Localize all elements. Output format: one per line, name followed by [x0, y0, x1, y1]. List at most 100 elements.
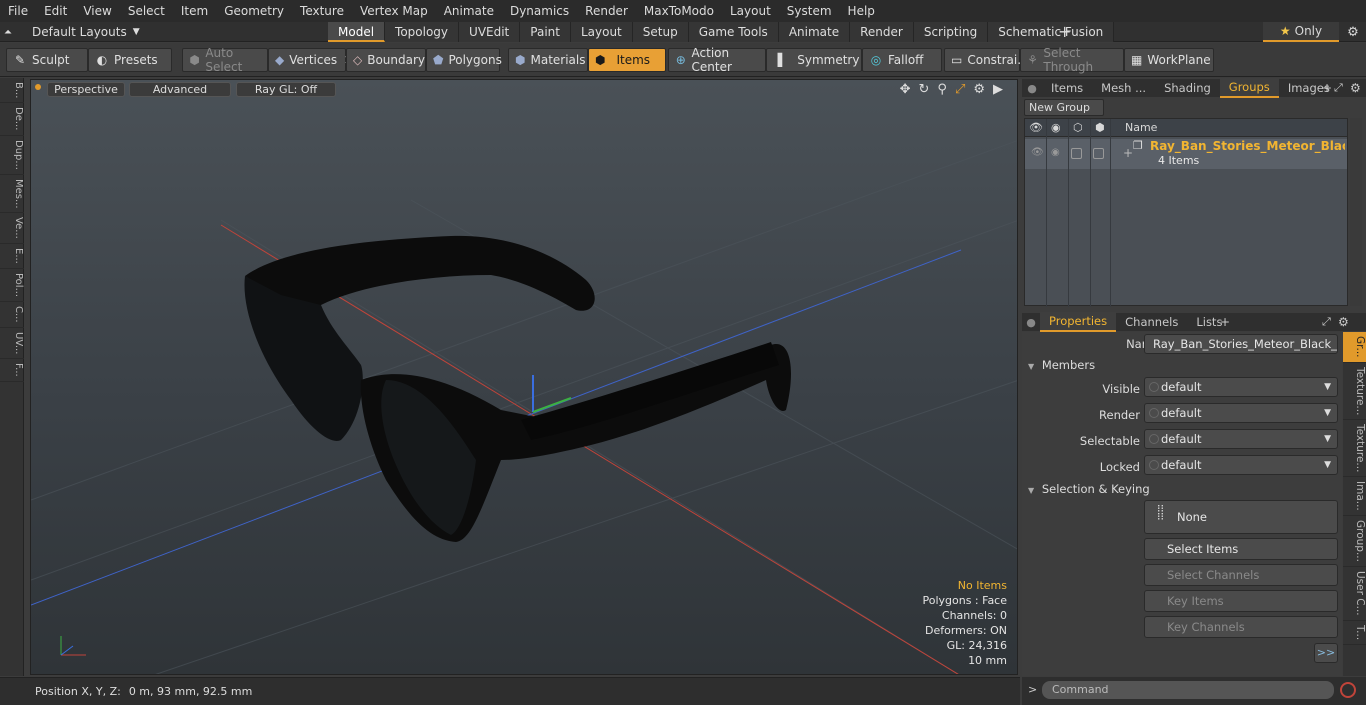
left-strip-tab[interactable]: Ve...: [0, 213, 24, 245]
left-strip-tab[interactable]: UV...: [0, 328, 24, 359]
right-strip-tab[interactable]: Gr...: [1343, 332, 1366, 363]
right-tab-mesh[interactable]: Mesh ...: [1092, 79, 1155, 97]
presets-button[interactable]: ◐ Presets: [88, 48, 172, 72]
polygons-button[interactable]: ⬟ Polygons: [426, 48, 502, 72]
menu-item-render[interactable]: Render: [577, 0, 636, 22]
right-strip-tab[interactable]: Texture...: [1343, 363, 1366, 420]
group-row[interactable]: 👁 ◉ + ❐ Ray_Ban_Stories_Meteor_Black... …: [1025, 139, 1347, 169]
tab-setup[interactable]: Setup: [632, 22, 689, 42]
row-eye-icon[interactable]: 👁: [1031, 147, 1044, 158]
add-tab-icon[interactable]: +: [1058, 22, 1072, 42]
none-button[interactable]: ⁝⁝ ⁝⁝ None: [1144, 500, 1338, 534]
group-list-scrollbar[interactable]: [1350, 118, 1362, 306]
tab-scripting[interactable]: Scripting: [913, 22, 989, 42]
3d-viewport[interactable]: Perspective Advanced Ray GL: Off ✥ ↻ ⚲ ⤢…: [30, 79, 1018, 675]
play-arrow-icon[interactable]: ▶: [993, 82, 1003, 97]
tab-render[interactable]: Render: [850, 22, 914, 42]
row-lock-checkbox[interactable]: [1071, 148, 1082, 159]
tab-topology[interactable]: Topology: [385, 22, 460, 42]
menu-item-dynamics[interactable]: Dynamics: [502, 0, 577, 22]
left-strip-tab[interactable]: Dup...: [0, 136, 24, 175]
right-strip-tab[interactable]: Texture...: [1343, 420, 1366, 478]
menu-item-help[interactable]: Help: [840, 0, 883, 22]
render-icon[interactable]: ◉: [1051, 121, 1061, 134]
name-field[interactable]: Ray_Ban_Stories_Meteor_Black_Smar: [1144, 334, 1338, 354]
left-strip-tab[interactable]: E...: [0, 244, 24, 269]
right-tab-shading[interactable]: Shading: [1155, 79, 1220, 97]
menu-item-texture[interactable]: Texture: [292, 0, 352, 22]
symmetry-button[interactable]: ▐ Symmetry: [766, 48, 862, 72]
menu-item-maxtomodo[interactable]: MaxToModo: [636, 0, 722, 22]
more-button[interactable]: >>: [1314, 643, 1338, 663]
add-panel-tab-icon[interactable]: +: [1322, 79, 1332, 97]
workplane-button[interactable]: ▦ WorkPlane: [1124, 48, 1214, 72]
prop-tab-properties[interactable]: Properties: [1040, 312, 1117, 332]
selection-keying-section[interactable]: ▼ Selection & Keying: [1028, 480, 1338, 498]
panel-dot-icon[interactable]: ●: [1022, 82, 1042, 95]
action-center-button[interactable]: ⊕ Action Center: [668, 46, 766, 74]
lock-cube-icon[interactable]: ⬡: [1073, 121, 1083, 134]
rotate-view-icon[interactable]: ↻: [919, 82, 930, 97]
right-strip-tab[interactable]: Group...: [1343, 516, 1366, 568]
viewport-settings-icon[interactable]: ⚙: [973, 82, 985, 97]
prop-expand-icon[interactable]: ⤢: [1322, 313, 1331, 331]
boundary-button[interactable]: ◇ Boundary: [346, 48, 426, 72]
left-strip-tab[interactable]: Pol...: [0, 269, 24, 302]
tab-uvedit[interactable]: UVEdit: [459, 22, 521, 42]
tab-animate[interactable]: Animate: [778, 22, 851, 42]
raygl-button[interactable]: Ray GL: Off: [236, 82, 336, 97]
materials-button[interactable]: ⬢ Materials: [508, 48, 588, 72]
auto-select-button[interactable]: ⬢ Auto Select: [182, 46, 268, 74]
menu-item-view[interactable]: View: [75, 0, 119, 22]
select-items-button[interactable]: Select Items: [1144, 538, 1338, 560]
right-strip-tab[interactable]: User C...: [1343, 567, 1366, 621]
left-strip-tab[interactable]: C...: [0, 302, 24, 328]
tab-model[interactable]: Model: [328, 22, 386, 42]
locked-select[interactable]: default ▼: [1144, 455, 1338, 475]
zoom-view-icon[interactable]: ⚲: [937, 82, 947, 97]
items-button[interactable]: ⬢Items5: [588, 48, 681, 72]
name-column-header[interactable]: Name: [1125, 121, 1157, 134]
tab-layout[interactable]: Layout: [570, 22, 633, 42]
visible-select[interactable]: default ▼: [1144, 377, 1338, 397]
left-strip-tab[interactable]: F...: [0, 359, 24, 382]
command-input[interactable]: Command: [1042, 681, 1334, 699]
key-channels-button[interactable]: Key Channels: [1144, 616, 1338, 638]
prop-tab-channels[interactable]: Channels: [1116, 313, 1187, 331]
layout-selector[interactable]: ⏶ Default Layouts ▼: [4, 22, 140, 42]
gear-icon[interactable]: ⚙: [1340, 22, 1366, 42]
eye-icon[interactable]: 👁: [1029, 121, 1043, 134]
prop-gear-icon[interactable]: ⚙: [1338, 313, 1349, 331]
shading-button[interactable]: Advanced: [129, 82, 231, 97]
right-strip-tab[interactable]: T...: [1343, 621, 1366, 645]
prop-dot-icon[interactable]: ●: [1022, 316, 1040, 329]
menu-item-file[interactable]: File: [0, 0, 36, 22]
left-strip-tab[interactable]: B...: [0, 78, 24, 104]
tab-paint[interactable]: Paint: [520, 22, 571, 42]
panel-expand-icon[interactable]: ⤢: [1334, 79, 1343, 97]
group-name[interactable]: Ray_Ban_Stories_Meteor_Black...: [1150, 139, 1345, 153]
falloff-button[interactable]: ◎ Falloff: [862, 48, 942, 72]
select-cube-icon[interactable]: ⬢: [1095, 121, 1105, 134]
select-channels-button[interactable]: Select Channels: [1144, 564, 1338, 586]
right-tab-groups[interactable]: Groups: [1219, 78, 1279, 98]
expand-plus-icon[interactable]: +: [1123, 146, 1133, 160]
new-group-button[interactable]: New Group: [1024, 99, 1104, 116]
left-strip-tab[interactable]: De...: [0, 103, 24, 136]
menu-item-system[interactable]: System: [779, 0, 840, 22]
row-select-checkbox[interactable]: [1093, 148, 1104, 159]
select-through-button[interactable]: ⚘ Select Through: [1020, 46, 1124, 74]
right-tab-items[interactable]: Items: [1042, 79, 1092, 97]
fit-view-icon[interactable]: ⤢: [955, 82, 965, 97]
menu-item-vertex-map[interactable]: Vertex Map: [352, 0, 436, 22]
members-section[interactable]: ▼ Members: [1028, 356, 1338, 374]
key-items-button[interactable]: Key Items: [1144, 590, 1338, 612]
move-view-icon[interactable]: ✥: [900, 82, 911, 97]
constraints-button[interactable]: ▭ Constrai...: [944, 48, 1029, 72]
add-prop-tab-icon[interactable]: +: [1220, 313, 1230, 331]
left-strip-tab[interactable]: Mes...: [0, 175, 24, 214]
perspective-button[interactable]: Perspective: [47, 82, 125, 97]
selectable-select[interactable]: default ▼: [1144, 429, 1338, 449]
menu-item-item[interactable]: Item: [173, 0, 216, 22]
menu-item-geometry[interactable]: Geometry: [216, 0, 292, 22]
